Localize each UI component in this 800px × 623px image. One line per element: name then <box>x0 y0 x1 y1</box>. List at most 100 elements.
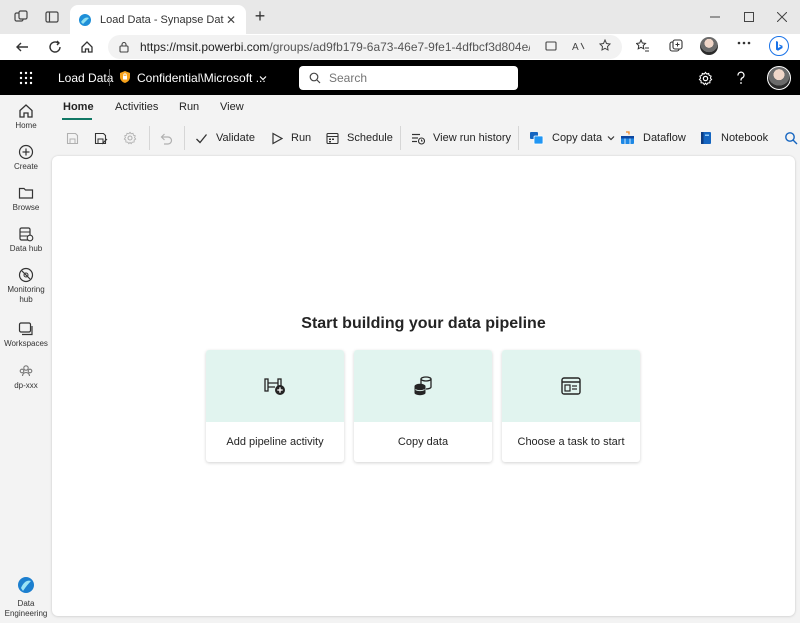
rail-label-monitoring-hub: Monitoring hub <box>7 285 45 304</box>
favorites-icon[interactable] <box>636 39 650 53</box>
back-icon[interactable] <box>13 38 31 56</box>
copy-data-card[interactable]: Copy data <box>354 350 492 462</box>
rail-item-browse[interactable]: Browse <box>0 185 52 213</box>
save-as-button[interactable] <box>94 130 116 146</box>
ribbon-tabs: Home Activities Run View <box>52 95 800 121</box>
copy-data-button[interactable]: Copy data <box>529 130 616 146</box>
data-engineering-icon <box>18 577 34 593</box>
browser-tab-active[interactable]: Load Data - Synapse Data Engineering ✕ <box>70 5 246 34</box>
save-icon <box>66 132 79 144</box>
canvas-heading: Start building your data pipeline <box>301 315 546 332</box>
more-options-icon[interactable] <box>737 36 751 50</box>
url-text: https://msit.powerbi.com/groups/ad9fb179… <box>140 40 530 54</box>
create-icon <box>18 144 34 160</box>
card-label: Choose a task to start <box>517 436 625 448</box>
workspaces-icon <box>18 322 33 336</box>
add-pipeline-activity-card[interactable]: Add pipeline activity <box>206 350 344 462</box>
home-icon <box>19 104 33 118</box>
maximize-icon[interactable] <box>739 8 759 26</box>
lock-icon <box>119 41 129 53</box>
pipeline-canvas[interactable]: Start building your data pipeline Add pi… <box>52 156 795 616</box>
workspaces-tab-icon[interactable] <box>13 9 29 25</box>
dataflow-icon <box>621 131 634 144</box>
header-divider <box>109 69 110 86</box>
notebook-label: Notebook <box>721 132 769 144</box>
active-tab-indicator <box>62 118 92 120</box>
experience-switcher[interactable]: Data Engineering <box>0 576 52 619</box>
play-icon <box>272 131 283 145</box>
toolbar-divider <box>400 126 401 150</box>
browser-profile-avatar[interactable] <box>700 37 718 55</box>
schedule-button[interactable]: Schedule <box>326 130 393 146</box>
rail-item-home[interactable]: Home <box>0 103 52 131</box>
user-avatar[interactable] <box>767 66 791 90</box>
view-run-history-button[interactable]: View run history <box>411 130 511 146</box>
card-label: Add pipeline activity <box>226 436 324 448</box>
tab-activities[interactable]: Activities <box>115 101 158 113</box>
card-label: Copy data <box>397 436 449 448</box>
refresh-icon[interactable] <box>46 38 64 56</box>
rail-label-home: Home <box>15 121 37 130</box>
search-icon <box>785 132 798 145</box>
rail-item-workspaces[interactable]: Workspaces <box>0 321 52 349</box>
app-launcher-icon[interactable] <box>19 71 33 85</box>
tab-run[interactable]: Run <box>179 101 199 113</box>
dataflow-button[interactable]: Dataflow <box>620 130 686 146</box>
toolbar-divider <box>149 126 150 150</box>
validate-button[interactable]: Validate <box>195 130 255 146</box>
tab-home[interactable]: Home <box>63 101 94 113</box>
tab-title: Load Data - Synapse Data Engineering <box>100 13 224 26</box>
validate-label: Validate <box>216 132 255 144</box>
collections-icon[interactable] <box>669 39 683 53</box>
task-template-icon <box>561 377 581 395</box>
rail-item-data-hub[interactable]: Data hub <box>0 226 52 254</box>
view-run-history-label: View run history <box>433 132 512 144</box>
checkmark-icon <box>196 133 208 143</box>
browse-icon <box>18 187 34 199</box>
sensitivity-label[interactable]: Confidential\Microsoft ... <box>137 71 266 85</box>
browser-tab-bar: Load Data - Synapse Data Engineering ✕ + <box>0 0 800 34</box>
close-tab-icon[interactable]: ✕ <box>224 13 238 27</box>
toolbar-divider <box>518 126 519 150</box>
item-title[interactable]: Load Data <box>58 71 113 85</box>
app-available-icon[interactable] <box>544 39 558 53</box>
svg-text:A: A <box>572 42 579 52</box>
search-input[interactable] <box>329 71 509 85</box>
choose-task-card[interactable]: Choose a task to start <box>502 350 640 462</box>
bing-chat-icon[interactable] <box>769 36 789 56</box>
schedule-label: Schedule <box>347 132 393 144</box>
data-hub-icon <box>19 227 34 242</box>
settings-gear-icon[interactable] <box>697 70 713 86</box>
notebook-icon <box>701 132 711 144</box>
search-box[interactable] <box>299 66 518 90</box>
copy-data-icon <box>414 376 432 396</box>
save-button[interactable] <box>66 130 87 146</box>
minimize-icon[interactable] <box>705 8 725 26</box>
more-activities-button[interactable] <box>784 130 800 146</box>
fabric-favicon-icon <box>79 13 91 26</box>
ribbon-toolbar: Validate Run Schedule View run history C… <box>52 122 800 153</box>
copy-data-label: Copy data <box>552 132 603 144</box>
tab-actions-icon[interactable] <box>44 9 60 25</box>
chevron-down-icon[interactable] <box>258 73 268 83</box>
rail-item-workspace-dp[interactable]: dp-xxx <box>0 363 52 391</box>
run-button[interactable]: Run <box>271 130 311 146</box>
save-as-icon <box>94 132 108 144</box>
favorite-add-icon[interactable] <box>599 39 613 53</box>
help-icon[interactable] <box>733 70 749 86</box>
rail-label-data-hub: Data hub <box>9 244 43 253</box>
settings-button[interactable] <box>123 130 145 146</box>
notebook-button[interactable]: Notebook <box>699 130 768 146</box>
rail-label-workspaces: Workspaces <box>4 339 48 348</box>
tab-view[interactable]: View <box>220 101 244 113</box>
close-window-icon[interactable] <box>772 8 792 26</box>
rail-item-create[interactable]: Create <box>0 144 52 172</box>
home-browser-icon[interactable] <box>78 38 96 56</box>
read-aloud-icon[interactable]: A <box>572 39 586 53</box>
card-illustration <box>502 350 640 422</box>
rail-item-monitoring-hub[interactable]: Monitoring hub <box>0 267 52 305</box>
undo-button[interactable] <box>159 130 181 146</box>
url-host: https://msit.powerbi.com <box>140 40 270 54</box>
undo-icon <box>160 133 173 145</box>
new-tab-button[interactable]: + <box>252 7 268 25</box>
